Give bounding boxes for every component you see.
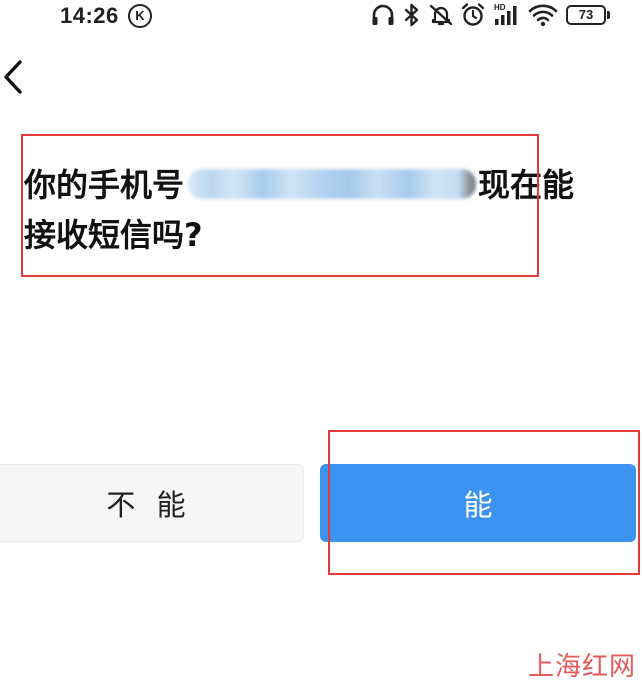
question-line-1: 你的手机号 现在能 <box>24 160 604 210</box>
k-notification-icon: K <box>128 4 152 28</box>
question-text: 你的手机号 现在能 接收短信吗? <box>24 160 604 260</box>
battery-indicator: 73 <box>566 5 606 25</box>
svg-text:HD: HD <box>494 3 506 12</box>
question-suffix: 现在能 <box>478 166 575 204</box>
battery-tip <box>607 11 610 19</box>
bluetooth-icon <box>404 3 419 27</box>
wifi-icon <box>528 4 558 27</box>
status-time: 14:26 <box>60 3 119 28</box>
mute-icon <box>429 4 453 26</box>
can-button[interactable]: 能 <box>320 464 636 542</box>
redacted-phone-number <box>188 169 477 199</box>
question-prefix: 你的手机号 <box>24 166 185 204</box>
status-icons: HD 73 <box>370 2 632 30</box>
headphones-icon <box>372 4 394 25</box>
cannot-button[interactable]: 不 能 <box>0 464 304 542</box>
alarm-icon <box>461 3 485 26</box>
question-line-2: 接收短信吗? <box>24 216 203 254</box>
back-arrow-icon <box>4 60 22 94</box>
back-button[interactable] <box>0 56 40 100</box>
hd-signal-icon: HD <box>494 3 517 25</box>
watermark: 上海红网 <box>527 652 636 682</box>
status-bar: 14:26 K HD 73 <box>0 0 642 34</box>
